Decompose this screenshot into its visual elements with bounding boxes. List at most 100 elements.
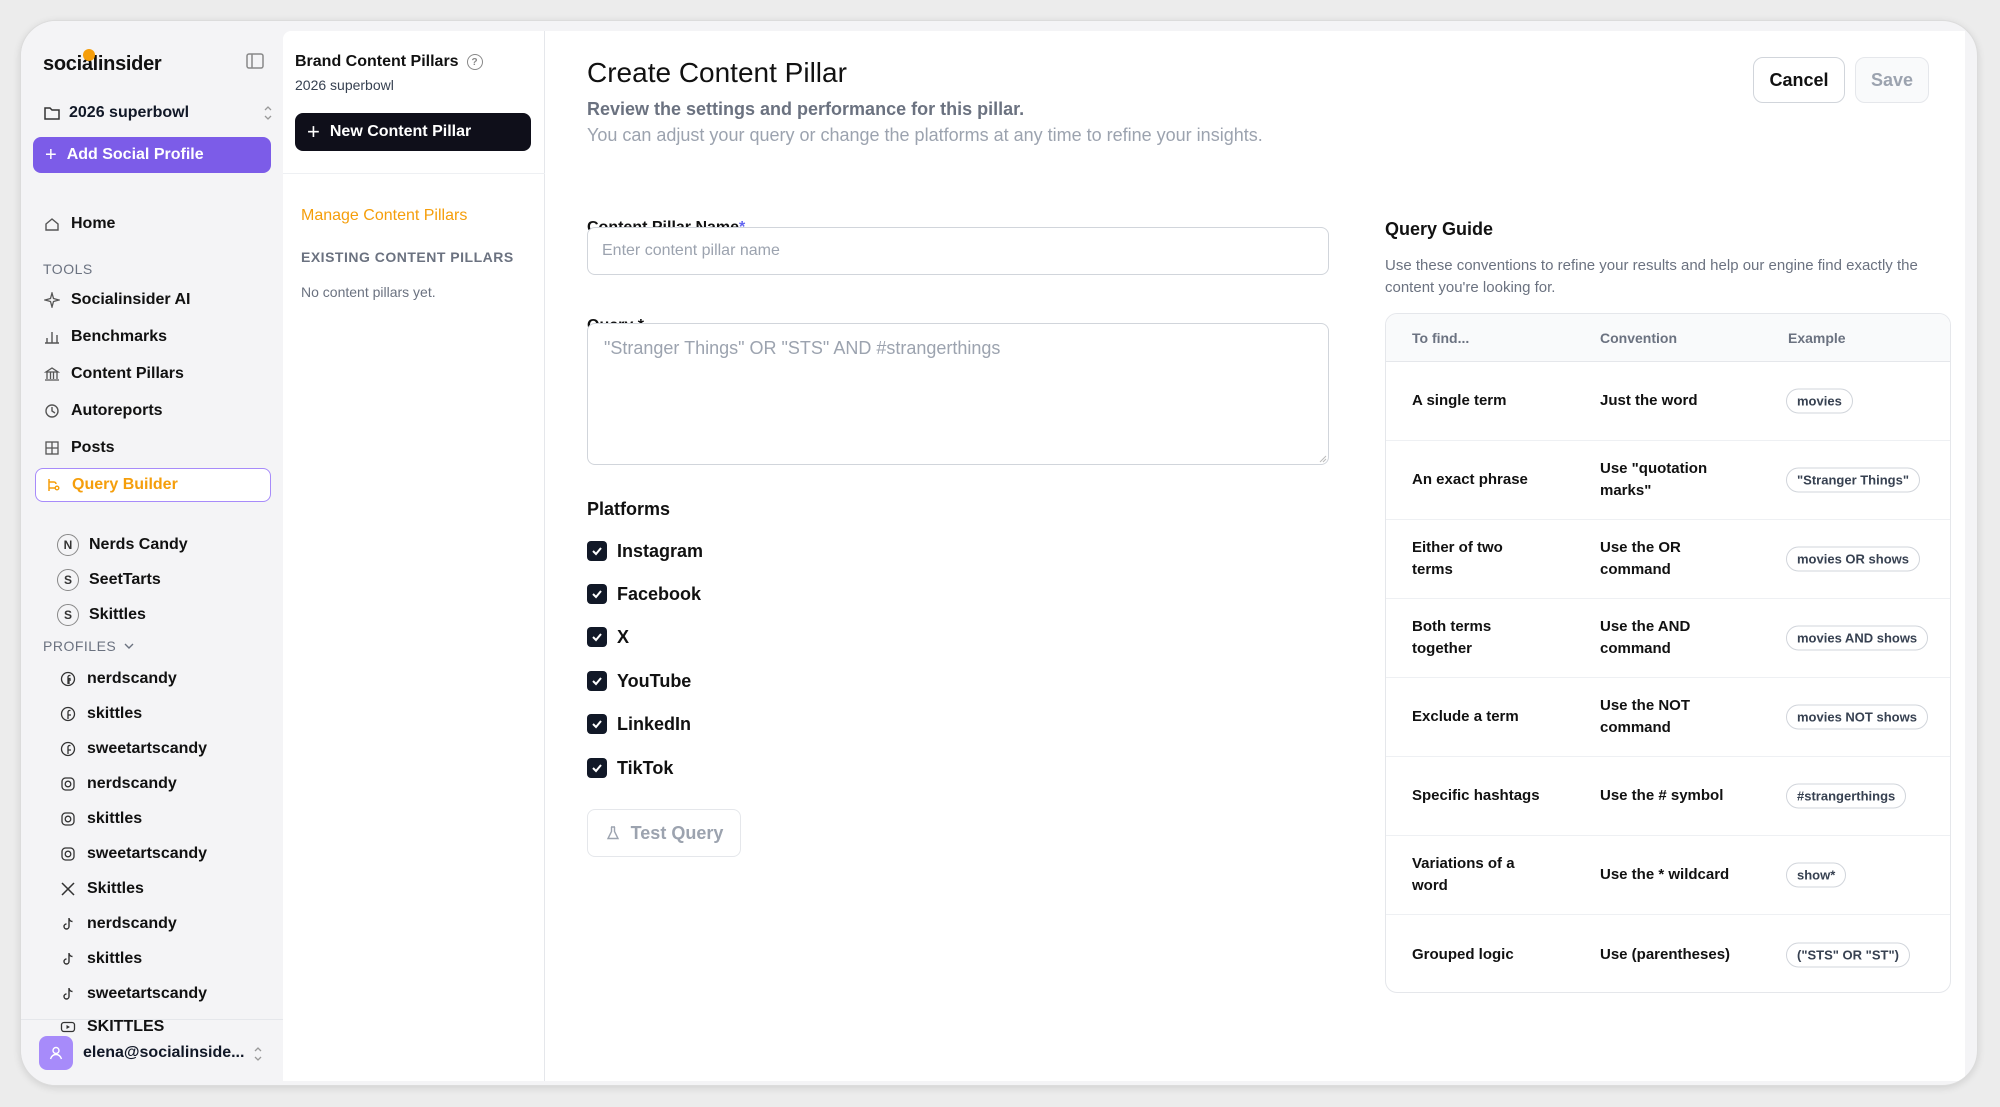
platform-checkbox-linkedin[interactable]: LinkedIn xyxy=(587,710,691,738)
user-menu[interactable]: elena@socialinside... xyxy=(21,1019,283,1085)
platform-checkbox-facebook[interactable]: Facebook xyxy=(587,580,701,608)
cell-example-tag: movies NOT shows xyxy=(1786,704,1928,730)
pillars-icon xyxy=(43,365,61,383)
instagram-icon xyxy=(59,810,77,828)
profile-item[interactable]: skittles xyxy=(59,806,142,832)
cell-to-find: Specific hashtags xyxy=(1412,787,1540,804)
nav-socialinsider-ai[interactable]: Socialinsider AI xyxy=(35,283,271,317)
query-textarea[interactable]: "Stranger Things" OR "STS" AND #stranger… xyxy=(587,323,1329,465)
platform-checkbox-tiktok[interactable]: TikTok xyxy=(587,754,673,782)
home-icon xyxy=(43,215,61,233)
facebook-icon xyxy=(59,705,77,723)
profile-item[interactable]: skittles xyxy=(59,701,142,727)
new-content-pillar-button[interactable]: + New Content Pillar xyxy=(295,113,531,151)
table-row: A single term Just the word movies xyxy=(1386,362,1950,441)
tiktok-icon xyxy=(59,915,77,933)
autoreport-icon xyxy=(43,402,61,420)
table-row: Variations of a word Use the * wildcard … xyxy=(1386,836,1950,915)
sidebar: socialinsider 2026 superbowl + Add Socia… xyxy=(21,21,283,1085)
table-header: To find... Convention Example xyxy=(1386,314,1950,362)
profile-item[interactable]: Skittles xyxy=(59,876,144,902)
chevron-down-icon xyxy=(124,643,134,649)
page-description: You can adjust your query or change the … xyxy=(587,125,1263,145)
panel-title: Brand Content Pillars ? xyxy=(295,53,483,71)
profile-item[interactable]: nerdscandy xyxy=(59,771,177,797)
profile-item[interactable]: sweetartscandy xyxy=(59,841,207,867)
profile-label: skittles xyxy=(87,950,143,967)
cell-convention: Use the AND command xyxy=(1600,618,1691,657)
empty-state-text: No content pillars yet. xyxy=(301,284,436,300)
profile-item[interactable]: nerdscandy xyxy=(59,911,177,937)
brand-item[interactable]: S SeetTarts xyxy=(57,567,161,593)
column-header: Example xyxy=(1788,330,1846,346)
nav-autoreports[interactable]: Autoreports xyxy=(35,394,271,428)
platform-checkbox-x[interactable]: X xyxy=(587,623,629,651)
user-email: elena@socialinside... xyxy=(83,1043,245,1061)
page-subtitle: Review the settings and performance for … xyxy=(587,99,1025,119)
logo-dot xyxy=(83,49,95,61)
brand-item[interactable]: S Skittles xyxy=(57,602,146,628)
table-row: Specific hashtags Use the # symbol #stra… xyxy=(1386,757,1950,836)
instagram-icon xyxy=(59,845,77,863)
facebook-icon xyxy=(59,670,77,688)
page-title: Create Content Pillar xyxy=(587,57,847,88)
test-query-label: Test Query xyxy=(630,822,724,843)
profile-item[interactable]: skittles xyxy=(59,946,142,972)
checkbox-checked-icon xyxy=(587,671,607,691)
sidebar-toggle-icon[interactable] xyxy=(245,51,265,71)
logo: socialinsider xyxy=(43,53,162,75)
brand-item[interactable]: N Nerds Candy xyxy=(57,532,188,558)
nav-query-builder-label: Query Builder xyxy=(72,476,178,493)
add-social-profile-button[interactable]: + Add Social Profile xyxy=(33,137,271,173)
cell-example-tag: movies AND shows xyxy=(1786,625,1929,651)
manage-content-pillars-link[interactable]: Manage Content Pillars xyxy=(301,207,467,225)
help-icon[interactable]: ? xyxy=(466,54,483,70)
content-pillars-panel: Brand Content Pillars ? 2026 superbowl +… xyxy=(283,31,545,1081)
platforms-heading: Platforms xyxy=(587,499,671,519)
nav-benchmarks[interactable]: Benchmarks xyxy=(35,320,271,354)
checkbox-checked-icon xyxy=(587,714,607,734)
workspace-selector[interactable]: 2026 superbowl xyxy=(43,97,283,129)
tiktok-icon xyxy=(59,985,77,1003)
checkbox-checked-icon xyxy=(587,541,607,561)
profile-label: sweetartscandy xyxy=(87,845,208,862)
cancel-button[interactable]: Cancel xyxy=(1753,57,1845,103)
plus-icon: + xyxy=(45,143,57,166)
plus-icon: + xyxy=(307,119,320,144)
query-guide-description: Use these conventions to refine your res… xyxy=(1385,257,1918,296)
nav-posts-label: Posts xyxy=(71,439,115,456)
cell-example-tag: movies OR shows xyxy=(1786,546,1920,572)
query-guide-table: To find... Convention Example A single t… xyxy=(1385,313,1951,993)
profile-label: Skittles xyxy=(87,880,144,897)
profile-item[interactable]: nerdscandy xyxy=(59,666,177,692)
profiles-section-toggle[interactable]: PROFILES xyxy=(43,638,136,654)
save-button[interactable]: Save xyxy=(1855,57,1929,103)
instagram-icon xyxy=(59,775,77,793)
bar-chart-icon xyxy=(43,328,61,346)
profiles-section-label: PROFILES xyxy=(43,638,117,654)
profile-item[interactable]: sweetartscandy xyxy=(59,981,207,1007)
folder-icon xyxy=(44,107,60,120)
nav-content-pillars[interactable]: Content Pillars xyxy=(35,357,271,391)
column-header: Convention xyxy=(1600,330,1677,346)
platform-checkbox-instagram[interactable]: Instagram xyxy=(587,537,703,565)
nav-home[interactable]: Home xyxy=(35,207,271,241)
cell-to-find: An exact phrase xyxy=(1412,471,1528,488)
resize-handle-icon[interactable] xyxy=(1317,453,1327,463)
cell-example-tag: ("STS" OR "ST") xyxy=(1786,942,1910,967)
cell-example-tag: show* xyxy=(1786,862,1847,888)
content-pillar-name-input[interactable]: Enter content pillar name xyxy=(587,227,1329,275)
chevron-updown-icon xyxy=(264,106,272,120)
workspace-name: 2026 superbowl xyxy=(69,104,190,121)
profile-label: nerdscandy xyxy=(87,775,177,792)
test-query-button[interactable]: Test Query xyxy=(587,809,741,857)
app-window: socialinsider 2026 superbowl + Add Socia… xyxy=(20,20,1978,1086)
profile-label: sweetartscandy xyxy=(87,740,208,757)
nav-query-builder[interactable]: Query Builder xyxy=(35,468,271,502)
platform-checkbox-youtube[interactable]: YouTube xyxy=(587,667,691,695)
profile-item[interactable]: sweetartscandy xyxy=(59,736,207,762)
nav-home-label: Home xyxy=(71,215,116,232)
checkbox-checked-icon xyxy=(587,627,607,647)
nav-posts[interactable]: Posts xyxy=(35,431,271,465)
cell-convention: Use (parentheses) xyxy=(1600,945,1731,963)
